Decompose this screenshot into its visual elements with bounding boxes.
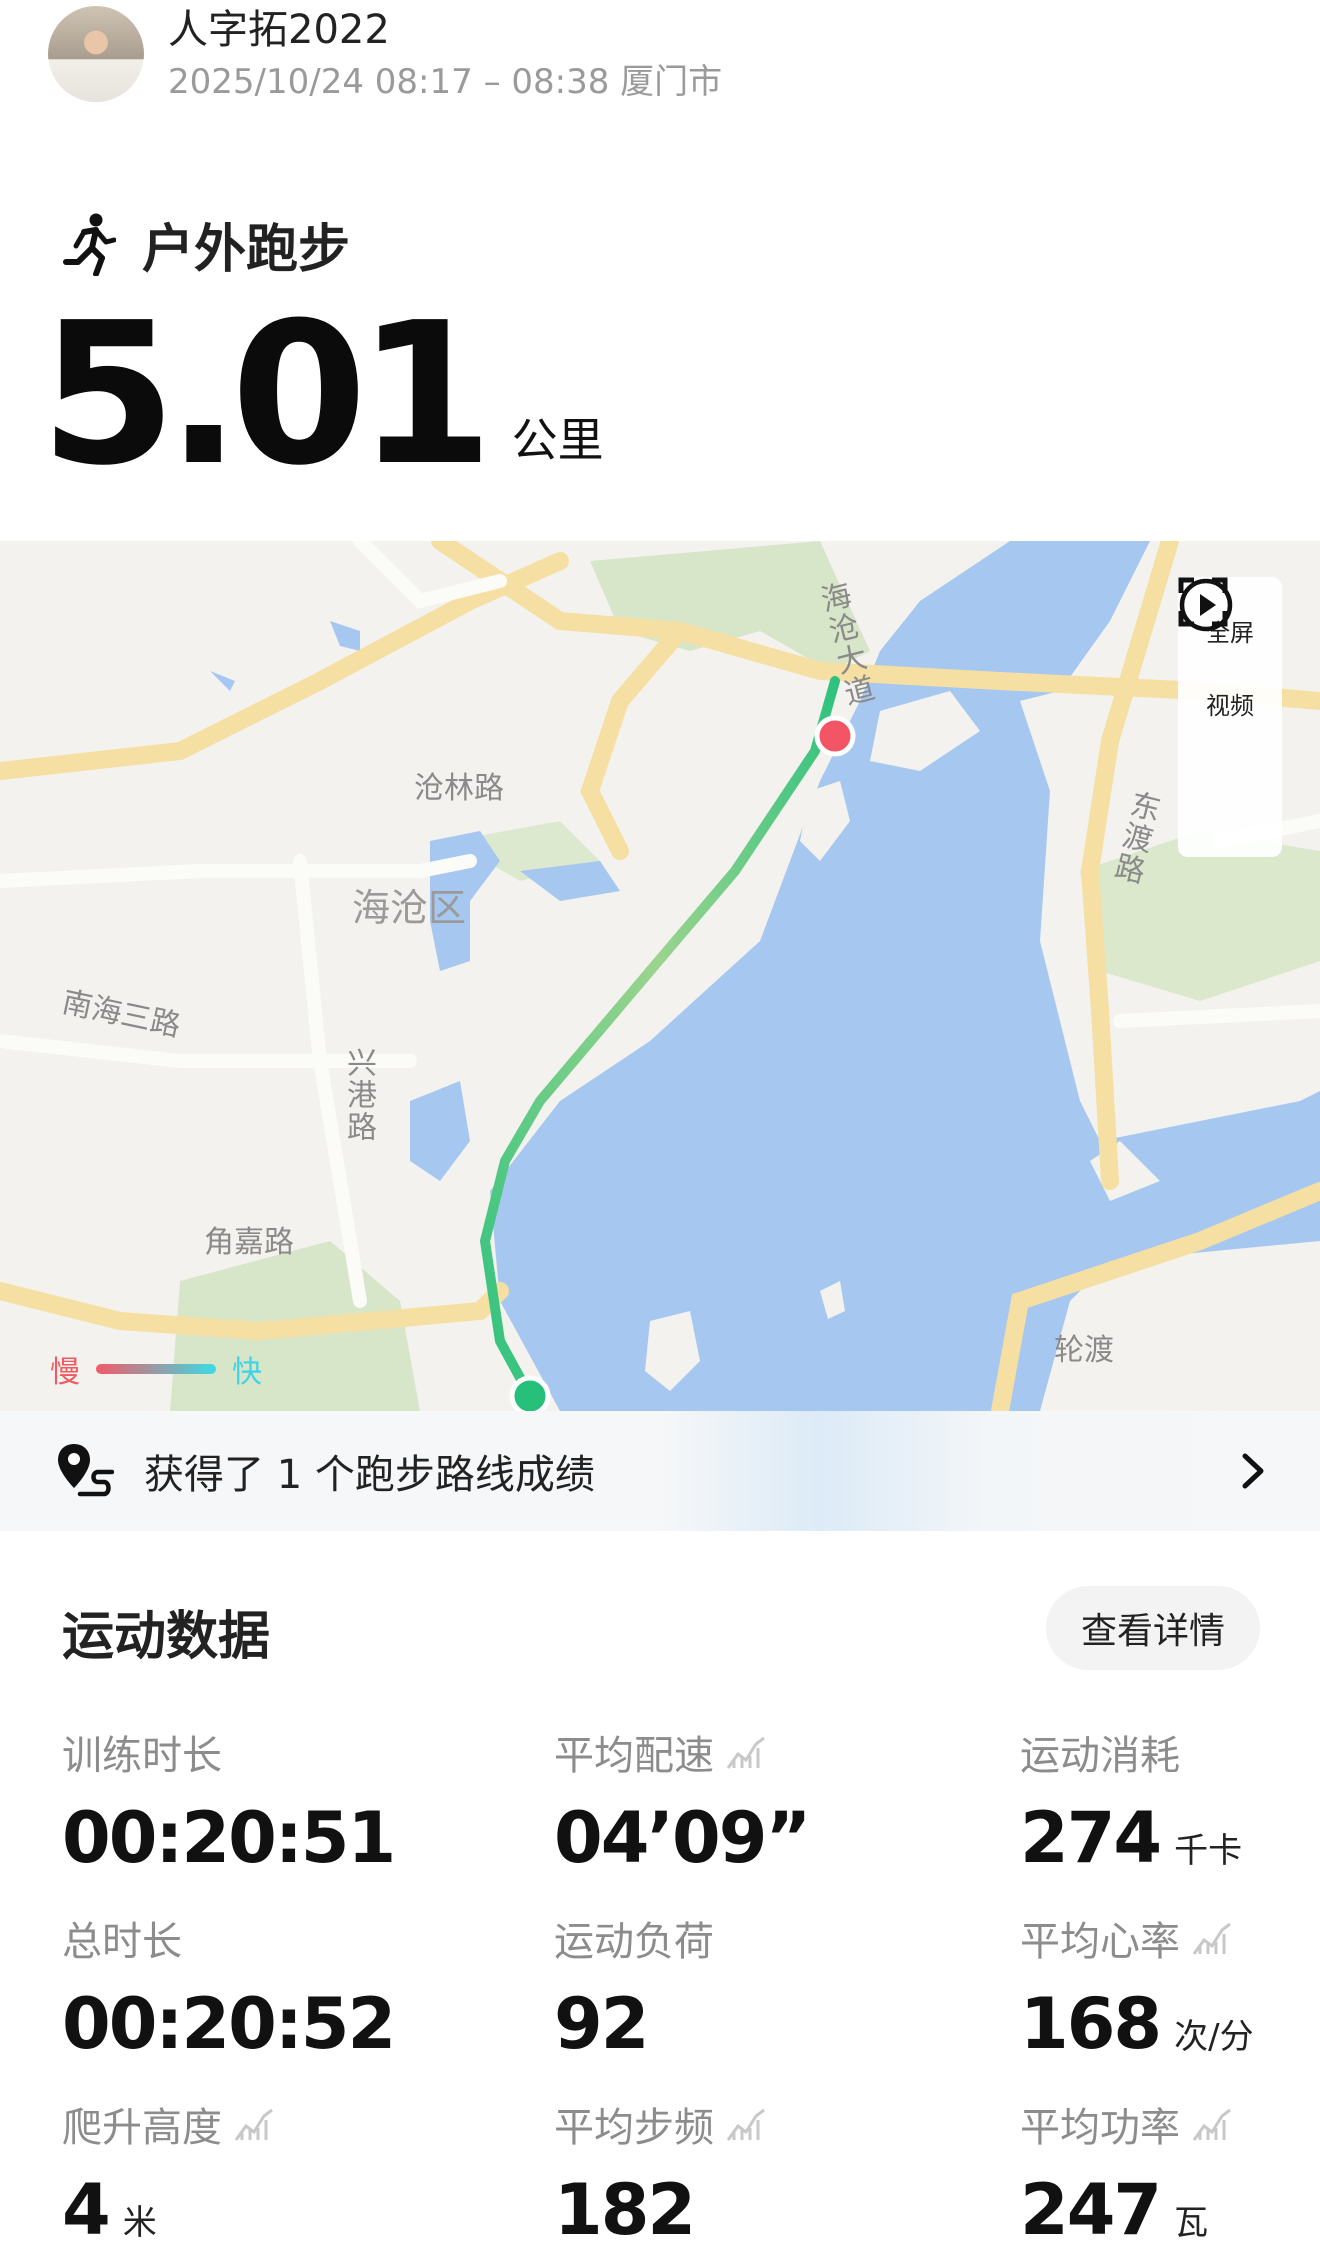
play-icon [1179,578,1233,632]
map-label-canglin-road: 沧林路 [414,771,504,806]
stat-label: 平均配速 [554,1733,714,1779]
stat-unit: 米 [122,2203,157,2243]
trend-chart-icon [726,2108,765,2141]
pace-gradient-bar [96,1364,216,1374]
stat-label: 运动负荷 [554,1919,714,1965]
username[interactable]: 人字拓2022 [168,4,390,56]
stat-value: 247 [1020,2169,1162,2251]
distance-display: 5.01 公里 [40,281,604,509]
stat-unit: 次/分 [1174,2017,1254,2057]
running-icon [63,213,116,276]
stat-value: 00:20:52 [62,1983,396,2065]
video-label: 视频 [1206,692,1254,720]
map-canvas [0,541,1320,1411]
route-map[interactable]: 沧林路 海沧区 南海三路 兴港路 角嘉路 海沧大道 东渡路 轮渡 全屏 视频 慢… [0,541,1320,1411]
map-label-xinggang-road: 兴港路 [341,1047,376,1143]
map-label-ferry: 轮渡 [1054,1333,1114,1368]
sport-type-row: 户外跑步 [56,206,350,282]
stat-value: 04’09” [554,1797,811,1879]
stat-value: 182 [554,2169,696,2251]
stat-value: 92 [554,1983,649,2065]
stat-training-load: 运动负荷 92 [554,1910,714,2062]
stat-label: 平均步频 [554,2105,714,2151]
stat-label: 训练时长 [62,1733,222,1779]
workout-time-location: 2025/10/24 08:17 – 08:38 厦门市 [168,62,723,102]
stat-value: 168 [1020,1983,1162,2065]
chevron-right-icon [1242,1453,1264,1489]
stat-label: 平均心率 [1020,1919,1180,1965]
stat-unit: 千卡 [1174,1831,1243,1871]
stat-training-duration: 训练时长 00:20:51 [62,1724,396,1879]
trend-chart-icon [726,1736,765,1769]
stats-title: 运动数据 [62,1607,271,1667]
trend-chart-icon [1192,1922,1231,1955]
map-label-haicang-district: 海沧区 [352,886,467,930]
stat-label: 爬升高度 [62,2105,222,2151]
trend-chart-icon [1192,2108,1231,2141]
stat-value: 00:20:51 [62,1797,396,1879]
distance-unit: 公里 [511,413,604,467]
stat-unit: 瓦 [1174,2203,1209,2243]
stat-label: 总时长 [62,1919,182,1965]
route-pin-icon [58,1444,114,1497]
stat-calories: 运动消耗 274 千卡 [1020,1724,1242,1876]
trend-chart-icon [234,2108,273,2141]
sport-title: 户外跑步 [142,219,351,280]
legend-slow: 慢 [50,1355,80,1390]
stat-label: 平均功率 [1020,2105,1180,2151]
stat-value: 274 [1020,1797,1162,1879]
stat-avg-power[interactable]: 平均功率 247 瓦 [1020,2096,1232,2248]
route-record-banner[interactable]: 获得了 1 个跑步路线成绩 [0,1411,1320,1531]
stat-value: 4 [62,2169,111,2251]
video-button[interactable]: 视频 [1179,578,1254,721]
stat-total-duration: 总时长 00:20:52 [62,1910,396,2065]
stat-elevation-gain[interactable]: 爬升高度 4米 [62,2096,274,2248]
legend-fast: 快 [232,1355,262,1390]
stat-avg-cadence[interactable]: 平均步频 182 [554,2096,766,2248]
map-label-jiaojia-road: 角嘉路 [204,1225,294,1260]
stat-avg-heart-rate[interactable]: 平均心率 168 次/分 [1020,1910,1254,2062]
stat-label: 运动消耗 [1020,1733,1180,1779]
stat-avg-pace[interactable]: 平均配速 04’09” [554,1724,811,1879]
pace-legend: 慢 快 [50,1347,262,1391]
route-record-text: 获得了 1 个跑步路线成绩 [144,1452,595,1498]
view-details-button[interactable]: 查看详情 [1046,1586,1260,1670]
avatar[interactable] [48,6,144,102]
map-controls: 全屏 视频 [1178,577,1282,857]
distance-value: 5.01 [40,281,494,509]
